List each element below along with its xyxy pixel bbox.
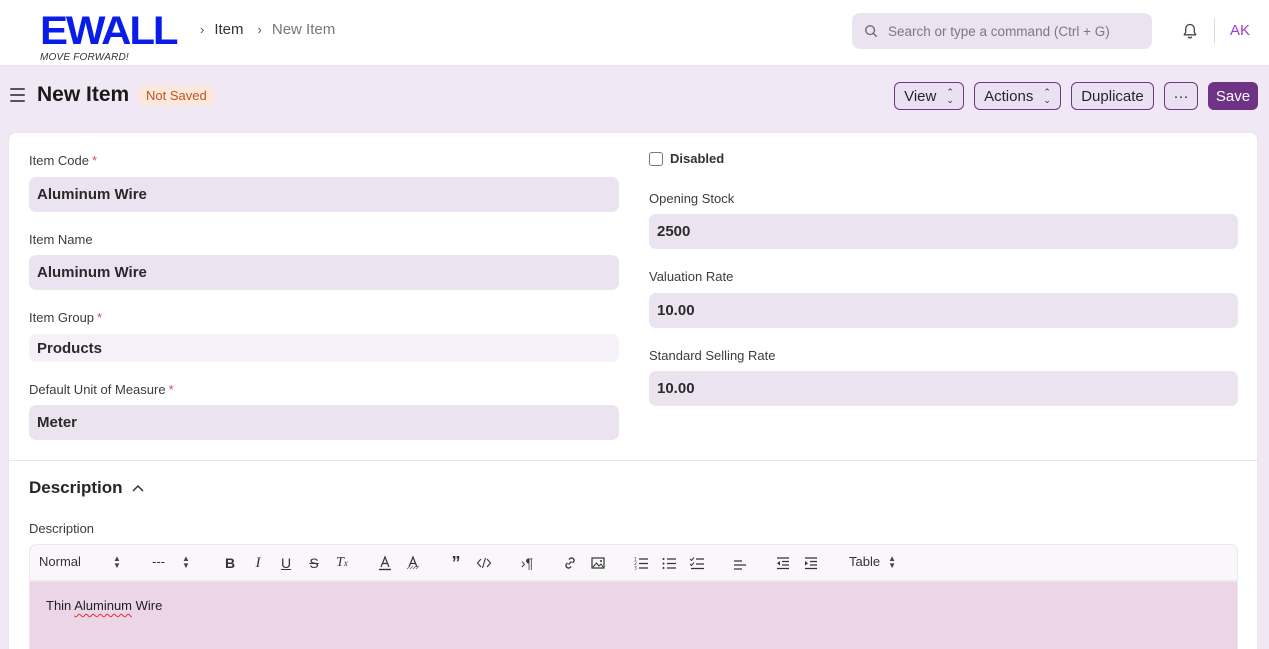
clear-format-icon[interactable]: Tx bbox=[333, 554, 351, 572]
bell-icon[interactable] bbox=[1181, 22, 1199, 40]
item-group-field[interactable]: Products bbox=[29, 334, 619, 362]
item-name-label: Item Name bbox=[29, 232, 93, 247]
code-block-icon[interactable] bbox=[475, 554, 493, 572]
duplicate-button[interactable]: Duplicate bbox=[1071, 82, 1154, 110]
status-badge: Not Saved bbox=[139, 85, 214, 106]
item-name-field[interactable]: Aluminum Wire bbox=[29, 255, 619, 290]
view-button[interactable]: View ⌃ ⌄ bbox=[894, 82, 964, 110]
font-size-select[interactable]: --- ▲ ▼ bbox=[152, 554, 190, 569]
item-code-field[interactable]: Aluminum Wire bbox=[29, 177, 619, 212]
text-style-select[interactable]: Normal ▲ ▼ bbox=[39, 554, 121, 569]
search-input[interactable] bbox=[888, 23, 1148, 39]
chevron-updown-icon: ▲ ▼ bbox=[182, 553, 190, 570]
item-group-label: Item Group * bbox=[29, 310, 103, 325]
font-size-value: --- bbox=[152, 554, 165, 569]
uom-field[interactable]: Meter bbox=[29, 405, 619, 440]
description-section-header[interactable]: Description bbox=[29, 478, 144, 498]
standard-selling-rate-label: Standard Selling Rate bbox=[649, 348, 776, 363]
disabled-label: Disabled bbox=[670, 151, 725, 166]
italic-icon[interactable]: I bbox=[249, 554, 267, 572]
strikethrough-icon[interactable]: S bbox=[305, 554, 323, 572]
chevron-updown-icon: ⌃ ⌄ bbox=[946, 87, 954, 105]
page-header: New Item Not Saved View ⌃ ⌄ Actions ⌃ ⌄ Du… bbox=[0, 66, 1269, 126]
search-bar[interactable] bbox=[852, 13, 1152, 49]
breadcrumb: › Item › New Item bbox=[200, 21, 349, 38]
breadcrumb-item-item[interactable]: Item bbox=[214, 21, 243, 38]
description-section-title: Description bbox=[29, 478, 123, 497]
item-code-label: Item Code * bbox=[29, 153, 98, 168]
outdent-icon[interactable] bbox=[774, 554, 792, 572]
view-button-label: View bbox=[904, 87, 937, 105]
form-card: Item Code * Aluminum Wire Item Name Alumi… bbox=[8, 132, 1258, 649]
actions-button[interactable]: Actions ⌃ ⌄ bbox=[974, 82, 1061, 110]
valuation-rate-field[interactable]: 10.00 bbox=[649, 293, 1238, 328]
opening-stock-field[interactable]: 2500 bbox=[649, 214, 1238, 249]
opening-stock-label: Opening Stock bbox=[649, 191, 735, 206]
link-icon[interactable] bbox=[561, 554, 579, 572]
chevron-up-icon bbox=[132, 484, 144, 492]
valuation-rate-label: Valuation Rate bbox=[649, 269, 734, 284]
nav-divider bbox=[1214, 18, 1215, 44]
logo-tagline: MOVE FORWARD! bbox=[40, 52, 129, 63]
checklist-icon[interactable] bbox=[688, 554, 706, 572]
description-editor[interactable]: Thin Aluminum Wire bbox=[29, 581, 1238, 649]
chevron-updown-icon: ⌃ ⌄ bbox=[1043, 87, 1051, 105]
description-content: Thin Aluminum Wire bbox=[46, 598, 163, 613]
standard-selling-rate-field[interactable]: 10.00 bbox=[649, 371, 1238, 406]
disabled-checkbox[interactable] bbox=[649, 152, 663, 166]
blockquote-icon[interactable]: ” bbox=[447, 553, 465, 573]
text-style-value: Normal bbox=[39, 554, 81, 569]
chevron-right-icon: › bbox=[200, 22, 205, 37]
page-title: New Item bbox=[37, 83, 130, 106]
chevron-right-icon: › bbox=[257, 22, 262, 37]
chevron-updown-icon: ▲ ▼ bbox=[113, 553, 121, 570]
ordered-list-icon[interactable]: 123 bbox=[632, 554, 650, 572]
actions-button-label: Actions bbox=[984, 87, 1034, 105]
editor-toolbar: Normal ▲ ▼ --- ▲ ▼ B I U S Tx ” ›¶ 123 T… bbox=[29, 544, 1238, 581]
image-icon[interactable] bbox=[589, 554, 607, 572]
logo[interactable]: EWALL MOVE FORWARD! bbox=[40, 11, 190, 66]
indent-icon[interactable] bbox=[802, 554, 820, 572]
section-divider bbox=[9, 460, 1257, 461]
chevron-updown-icon: ▲ ▼ bbox=[888, 553, 896, 570]
underline-icon[interactable]: U bbox=[277, 554, 295, 572]
menu-icon[interactable] bbox=[10, 88, 25, 102]
text-direction-icon[interactable]: ›¶ bbox=[518, 554, 536, 572]
navbar: EWALL MOVE FORWARD! › Item › New Item AK bbox=[0, 0, 1269, 66]
uom-label: Default Unit of Measure * bbox=[29, 382, 174, 397]
save-button[interactable]: Save bbox=[1208, 82, 1258, 110]
breadcrumb-item-new-item[interactable]: New Item bbox=[272, 21, 335, 38]
logo-wordmark: EWALL bbox=[40, 9, 179, 53]
avatar[interactable]: AK bbox=[1230, 22, 1250, 39]
font-color-icon[interactable] bbox=[376, 554, 394, 572]
bold-icon[interactable]: B bbox=[221, 554, 239, 572]
background-color-icon[interactable] bbox=[404, 554, 422, 572]
more-options-button[interactable]: ··· bbox=[1164, 82, 1198, 110]
align-icon[interactable] bbox=[731, 554, 749, 572]
search-icon bbox=[865, 25, 877, 37]
description-label: Description bbox=[29, 521, 95, 536]
table-select-label: Table bbox=[849, 554, 881, 569]
svg-text:3: 3 bbox=[634, 566, 637, 572]
table-select[interactable]: Table ▲ ▼ bbox=[849, 554, 896, 569]
bullet-list-icon[interactable] bbox=[660, 554, 678, 572]
